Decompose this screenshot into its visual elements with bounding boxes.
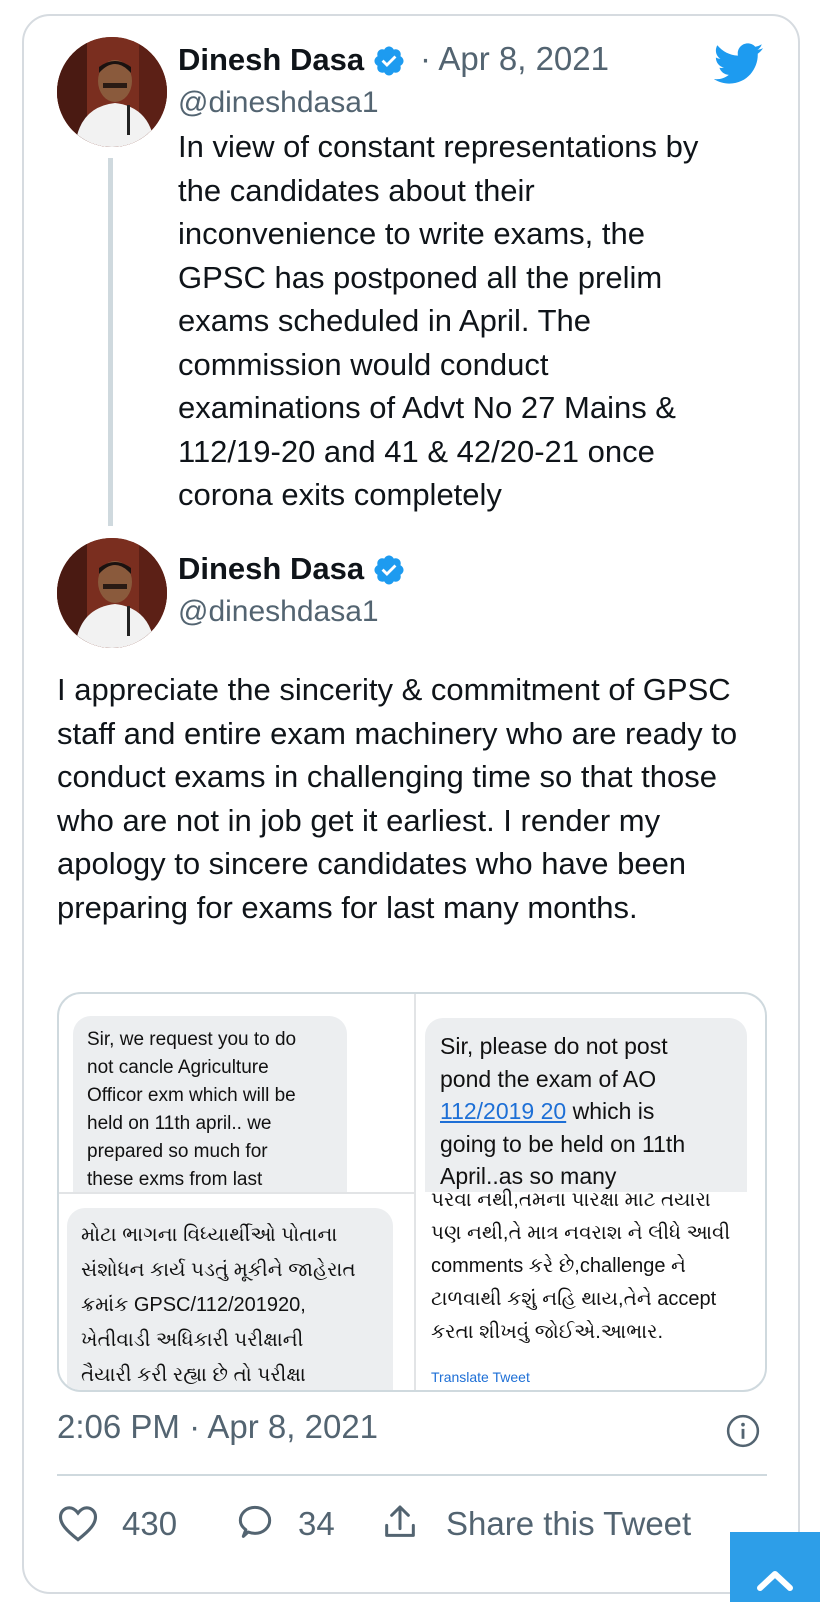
heart-icon[interactable]: [57, 1503, 99, 1543]
share-tweet-button[interactable]: Share this Tweet: [446, 1505, 691, 1543]
tweet-text: I appreciate the sincerity & commitment …: [57, 672, 738, 925]
thread-line: [108, 158, 113, 526]
twitter-bird-icon[interactable]: [714, 42, 764, 86]
scroll-to-top-button[interactable]: [730, 1532, 820, 1602]
chevron-up-icon: [757, 1571, 793, 1591]
message-bubble: મોટા ભાગના વિધ્યાર્થીઓ પોતાના સંશોધન કાર…: [67, 1208, 393, 1390]
share-icon[interactable]: [380, 1501, 420, 1543]
avatar[interactable]: [57, 37, 167, 147]
verified-badge-icon: [374, 46, 404, 76]
tweet-media[interactable]: Sir, we request you to do not cancle Agr…: [57, 992, 767, 1392]
author-handle[interactable]: @dineshdasa1: [178, 86, 379, 120]
message-text: મોટા ભાગના વિધ્યાર્થીઓ પોતાના સંશોધન કાર…: [81, 1224, 356, 1386]
avatar[interactable]: [57, 538, 167, 648]
message-text: Sir, please do not post pond the exam of…: [440, 1033, 686, 1189]
tweet-timestamp[interactable]: 2:06 PM · Apr 8, 2021: [57, 1408, 378, 1446]
reply-icon[interactable]: [234, 1503, 276, 1543]
author-name[interactable]: Dinesh Dasa: [178, 551, 364, 587]
divider: [57, 1474, 767, 1476]
author-handle[interactable]: @dineshdasa1: [178, 595, 379, 629]
date-separator: ·: [420, 40, 431, 77]
translate-tweet-link[interactable]: Translate Tweet: [431, 1369, 530, 1385]
verified-badge-icon: [374, 555, 404, 585]
author-name[interactable]: Dinesh Dasa: [178, 42, 364, 78]
message-text: પરવા નથી,તમના પારક્ષા માટ તયારા પણ નથી,ત…: [431, 1189, 731, 1343]
message-link[interactable]: 112/2019 20: [440, 1098, 566, 1124]
reply-count[interactable]: 34: [298, 1505, 335, 1543]
message-bubble: Sir, we request you to do not cancle Agr…: [73, 1016, 347, 1192]
tweet-text: In view of constant representations by t…: [178, 129, 699, 512]
message-text: Sir, we request you to do not cancle Agr…: [87, 1029, 297, 1190]
tweet-date[interactable]: Apr 8, 2021: [438, 40, 609, 77]
info-icon[interactable]: [726, 1414, 760, 1448]
message-bubble: Sir, please do not post pond the exam of…: [425, 1018, 747, 1192]
like-count[interactable]: 430: [122, 1505, 177, 1543]
media-divider: [414, 994, 416, 1390]
